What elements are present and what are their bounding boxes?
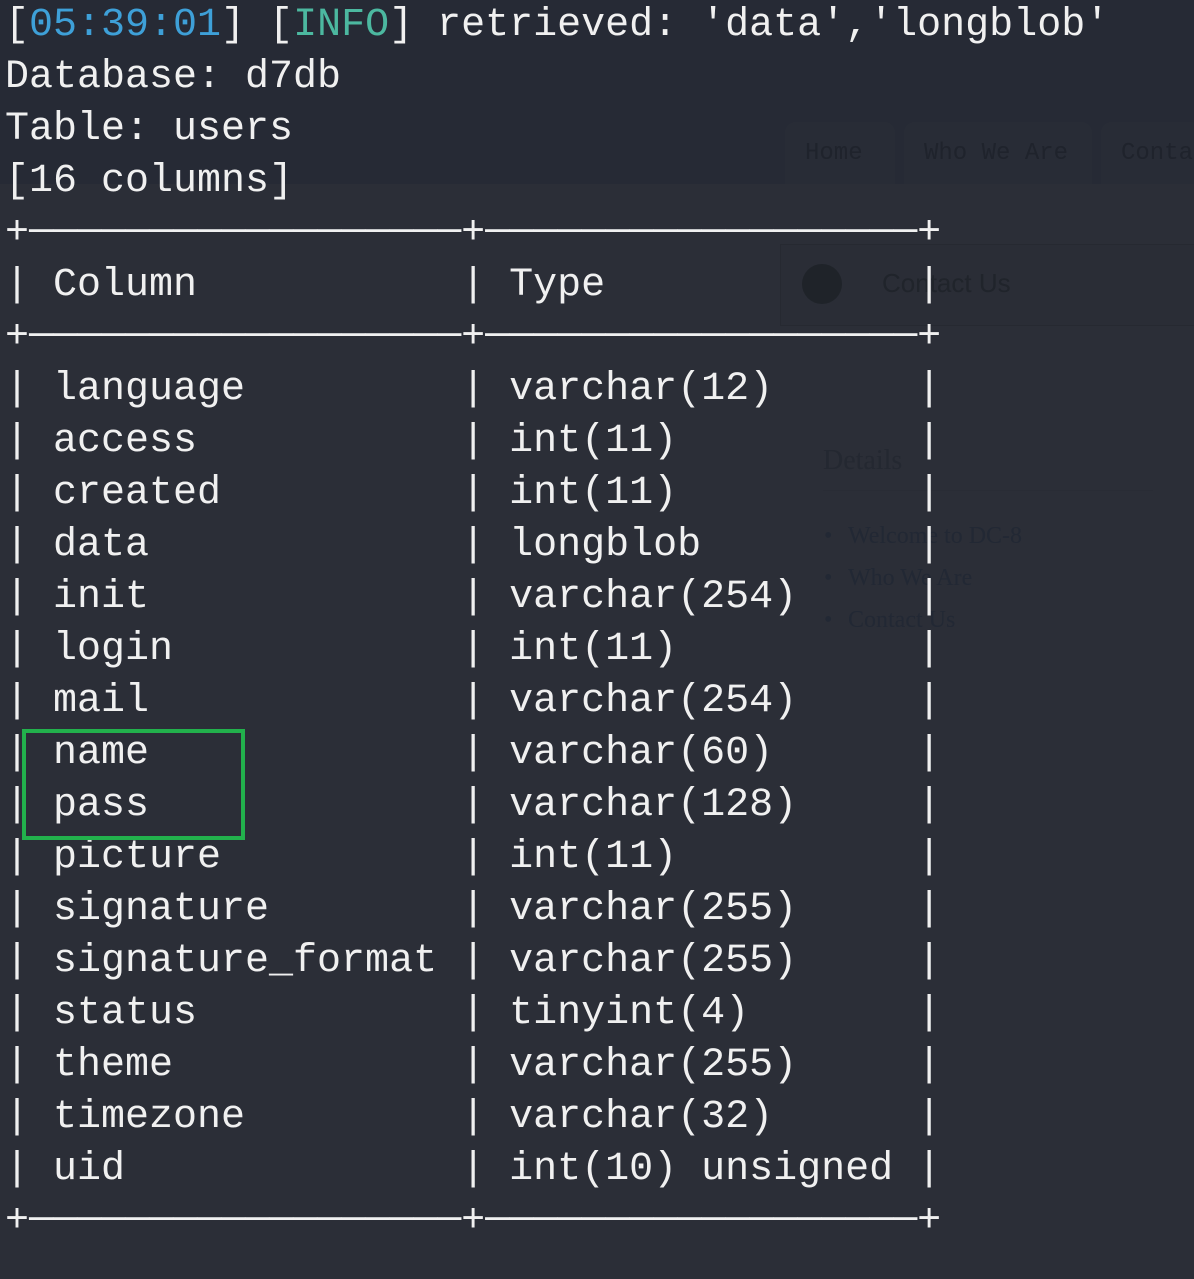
- log-message: retrieved: 'data','longblob': [437, 3, 1110, 48]
- log-level: INFO: [293, 3, 390, 48]
- table-row: | theme | varchar(255) |: [5, 1043, 942, 1088]
- columns-table: +──────────────────+──────────────────+ …: [5, 211, 941, 1244]
- database-line: Database: d7db: [5, 55, 342, 100]
- table-row: | access | int(11) |: [5, 419, 942, 464]
- table-row: | picture | int(11) |: [5, 835, 942, 880]
- table-header: | Column | Type |: [5, 263, 942, 308]
- table-border: +──────────────────+──────────────────+: [5, 315, 942, 360]
- terminal-output: [05:39:01] [INFO] retrieved: 'data','lon…: [5, 0, 1109, 1248]
- bg-tab-contact: Conta: [1101, 122, 1194, 184]
- table-row: | status | tinyint(4) |: [5, 991, 942, 1036]
- table-row: | data | longblob |: [5, 523, 942, 568]
- table-row: | timezone | varchar(32) |: [5, 1095, 942, 1140]
- table-row: | init | varchar(254) |: [5, 575, 942, 620]
- table-row: | mail | varchar(254) |: [5, 679, 942, 724]
- table-row: | login | int(11) |: [5, 627, 942, 672]
- table-border: +──────────────────+──────────────────+: [5, 211, 942, 256]
- table-row: | signature | varchar(255) |: [5, 887, 942, 932]
- table-row: | language | varchar(12) |: [5, 367, 942, 412]
- table-row: | signature_format | varchar(255) |: [5, 939, 942, 984]
- log-line: [05:39:01] [INFO] retrieved: 'data','lon…: [5, 3, 1110, 48]
- table-row: | uid | int(10) unsigned |: [5, 1147, 942, 1192]
- table-row: | created | int(11) |: [5, 471, 942, 516]
- table-border: +──────────────────+──────────────────+: [5, 1199, 942, 1244]
- column-count: [16 columns]: [5, 159, 294, 204]
- highlight-box: [22, 729, 245, 840]
- table-line: Table: users: [5, 107, 294, 152]
- log-timestamp: 05:39:01: [29, 3, 222, 48]
